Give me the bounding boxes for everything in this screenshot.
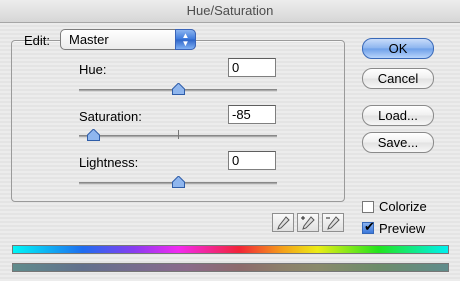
saturation-center-tick — [178, 130, 179, 139]
preview-checkbox[interactable]: ✔ — [362, 219, 375, 234]
hue-field[interactable]: 0 — [228, 58, 276, 77]
hue-label: Hue: — [79, 62, 107, 77]
edit-label: Edit: — [24, 33, 51, 48]
output-hue-spectrum-bar — [12, 263, 449, 272]
eyedropper-plus-icon — [301, 216, 315, 230]
up-down-arrows-icon: ▲ ▼ — [175, 29, 196, 50]
load-button[interactable]: Load... — [362, 105, 434, 126]
edit-channel-select[interactable]: Master ▲ ▼ — [60, 29, 196, 50]
lightness-label: Lightness: — [79, 155, 139, 170]
ok-button[interactable]: OK — [362, 38, 434, 59]
preview-label: Preview — [379, 221, 426, 236]
eyedropper-minus-icon — [326, 216, 340, 230]
colorize-label: Colorize — [379, 199, 427, 214]
eyedropper-icon — [277, 216, 290, 230]
eyedropper-button[interactable] — [272, 213, 294, 232]
edit-channel-value: Master — [69, 32, 109, 47]
eyedropper-add-button[interactable] — [297, 213, 319, 232]
saturation-label: Saturation: — [79, 109, 142, 124]
window-title: Hue/Saturation — [0, 0, 460, 23]
hue-slider-thumb[interactable] — [172, 83, 185, 95]
cancel-button[interactable]: Cancel — [362, 68, 434, 89]
lightness-slider-thumb[interactable] — [172, 176, 185, 188]
saturation-slider-thumb[interactable] — [87, 129, 100, 141]
saturation-field[interactable]: -85 — [228, 105, 276, 124]
save-button[interactable]: Save... — [362, 132, 434, 153]
lightness-field[interactable]: 0 — [228, 151, 276, 170]
input-hue-spectrum-bar — [12, 245, 449, 254]
eyedropper-subtract-button[interactable] — [322, 213, 344, 232]
colorize-checkbox[interactable] — [362, 201, 374, 213]
checkmark-icon: ✔ — [364, 219, 375, 234]
